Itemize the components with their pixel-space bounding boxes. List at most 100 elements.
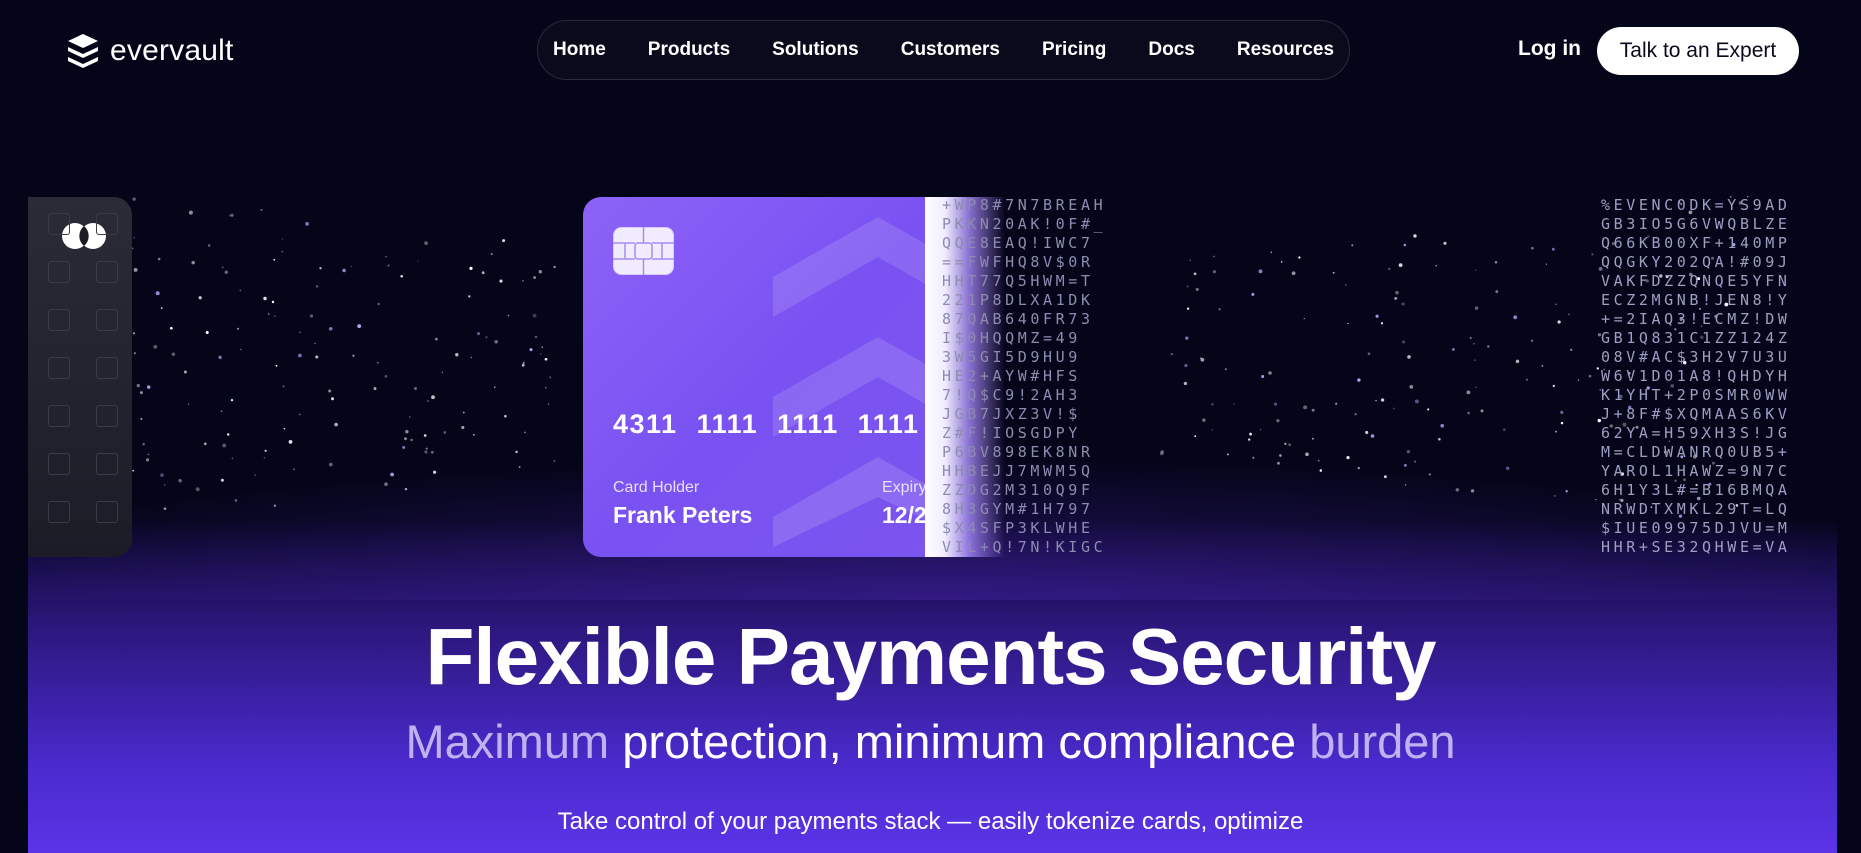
cipher-line: +=2IAQ3!ECMZ!DW bbox=[1601, 310, 1791, 328]
nav-item-resources[interactable]: Resources bbox=[1216, 39, 1355, 61]
particle bbox=[271, 300, 275, 304]
particle bbox=[264, 449, 267, 452]
login-link[interactable]: Log in bbox=[1518, 37, 1581, 61]
particle bbox=[1474, 306, 1479, 310]
particle bbox=[282, 385, 285, 388]
cipher-line: K1YHT+2P0SMR0WW bbox=[1601, 386, 1791, 404]
card-number: 4311 1111 1111 1111 bbox=[613, 409, 920, 439]
card-expiry-value: 12/2 bbox=[882, 502, 927, 528]
particle bbox=[441, 371, 444, 374]
particle bbox=[490, 253, 493, 255]
particle bbox=[1513, 315, 1518, 320]
card-holder-name: Frank Peters bbox=[613, 502, 753, 528]
particle bbox=[263, 296, 267, 301]
particle bbox=[533, 276, 536, 279]
particle bbox=[314, 342, 316, 345]
particle bbox=[534, 335, 538, 339]
cipher-line: VAKFDZZQNQE5YFN bbox=[1601, 272, 1791, 290]
particle bbox=[1515, 359, 1520, 364]
particle bbox=[1202, 418, 1206, 422]
particle bbox=[1184, 363, 1188, 368]
cipher-line: YAROL1HAWZ=9N7C bbox=[1601, 462, 1791, 480]
particle bbox=[1303, 317, 1305, 320]
particle bbox=[131, 247, 134, 250]
particle bbox=[1455, 488, 1460, 492]
particle bbox=[1395, 290, 1399, 295]
cipher-line: Q66KB00XF+140MP bbox=[1601, 234, 1791, 252]
particle bbox=[357, 324, 362, 328]
particle bbox=[1335, 402, 1338, 405]
particle bbox=[1258, 269, 1263, 274]
particle bbox=[547, 403, 550, 405]
particle bbox=[309, 314, 314, 318]
particle bbox=[160, 307, 163, 309]
particle bbox=[1268, 371, 1272, 375]
cipher-line: ECZ2MGNB!JEN8!Y bbox=[1601, 291, 1791, 309]
particle bbox=[222, 443, 227, 448]
cipher-line: HHBEJJ7MWM5Q bbox=[942, 462, 1094, 480]
particle bbox=[1494, 260, 1498, 264]
particle bbox=[163, 507, 167, 511]
particle bbox=[477, 332, 481, 336]
particle bbox=[538, 270, 542, 274]
pattern-cell bbox=[48, 405, 70, 427]
particle bbox=[1194, 435, 1197, 438]
nav-item-pricing[interactable]: Pricing bbox=[1021, 39, 1127, 61]
particle bbox=[462, 411, 465, 414]
particle bbox=[410, 438, 413, 442]
particle bbox=[274, 315, 276, 317]
pattern-cell bbox=[96, 405, 118, 427]
particle bbox=[469, 266, 473, 271]
particle bbox=[1183, 381, 1188, 386]
particle bbox=[521, 363, 525, 367]
subhead-part-3: burden bbox=[1309, 715, 1456, 768]
particle bbox=[1249, 432, 1253, 436]
particle bbox=[142, 442, 145, 446]
nav-item-customers[interactable]: Customers bbox=[880, 39, 1021, 61]
particle bbox=[545, 386, 547, 389]
nav-item-solutions[interactable]: Solutions bbox=[751, 39, 880, 61]
cipher-line: I$0HQQMZ=49 bbox=[942, 329, 1081, 347]
particle bbox=[1443, 241, 1447, 245]
particle bbox=[1211, 429, 1213, 431]
pattern-cell bbox=[48, 213, 70, 235]
particle bbox=[1414, 399, 1419, 404]
particle bbox=[522, 361, 525, 364]
particle bbox=[1398, 263, 1403, 267]
talk-to-expert-button[interactable]: Talk to an Expert bbox=[1597, 27, 1799, 75]
nav-item-home[interactable]: Home bbox=[532, 39, 627, 61]
particle bbox=[1495, 290, 1499, 294]
particle bbox=[1591, 253, 1594, 256]
particle bbox=[146, 385, 151, 389]
particle bbox=[1354, 413, 1357, 416]
particle bbox=[1555, 303, 1557, 305]
particle bbox=[1375, 399, 1377, 402]
nav-item-docs[interactable]: Docs bbox=[1127, 39, 1215, 61]
cipher-line: HHR+SE32QHWE=VA bbox=[1601, 538, 1791, 556]
nav-item-products[interactable]: Products bbox=[627, 39, 751, 61]
particle bbox=[404, 437, 407, 441]
cipher-line: HE2+AYW#HFS bbox=[942, 367, 1081, 385]
particle bbox=[390, 472, 395, 477]
particle bbox=[352, 354, 355, 357]
particle bbox=[1170, 352, 1173, 356]
particle bbox=[455, 353, 459, 357]
particle bbox=[187, 403, 190, 405]
particle bbox=[1406, 449, 1411, 454]
particle bbox=[1588, 374, 1592, 378]
pattern-cell bbox=[48, 453, 70, 475]
particle bbox=[205, 330, 209, 335]
particle bbox=[1195, 287, 1199, 291]
brand-logo[interactable]: evervault bbox=[66, 32, 234, 70]
particle bbox=[1428, 473, 1431, 476]
particle bbox=[132, 469, 134, 472]
particle bbox=[541, 346, 544, 349]
particle bbox=[132, 197, 136, 201]
particle bbox=[1530, 339, 1534, 342]
particle bbox=[263, 457, 266, 459]
particle bbox=[254, 474, 256, 476]
particle bbox=[1332, 271, 1335, 274]
particle bbox=[198, 296, 202, 300]
hero-headline: Flexible Payments Security bbox=[425, 612, 1436, 701]
pattern-cell bbox=[96, 261, 118, 283]
